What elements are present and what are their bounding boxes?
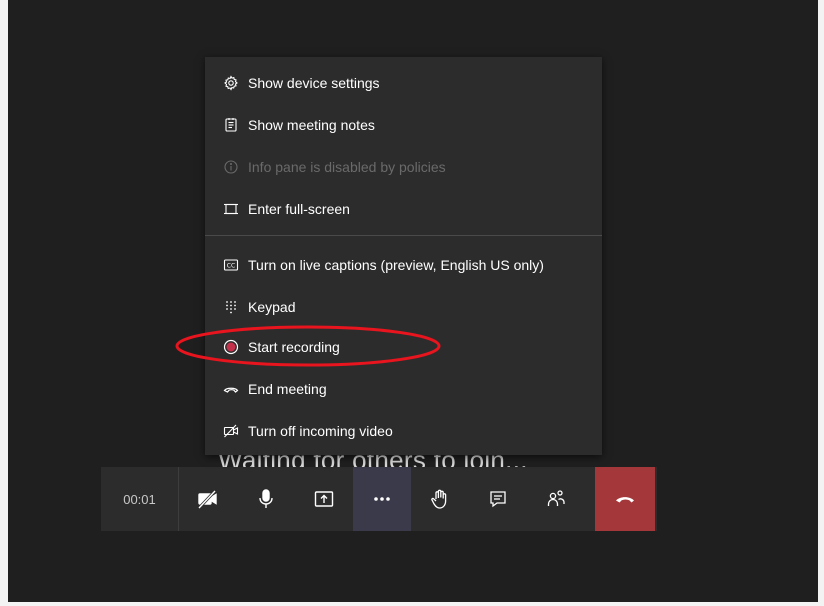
menu-item-label: Enter full-screen bbox=[248, 201, 350, 217]
menu-item-live-captions[interactable]: CC Turn on live captions (preview, Engli… bbox=[205, 245, 602, 285]
menu-item-label: Show meeting notes bbox=[248, 117, 375, 133]
microphone-button[interactable] bbox=[237, 467, 295, 531]
menu-divider bbox=[205, 235, 602, 236]
menu-item-label: Keypad bbox=[248, 299, 296, 315]
camera-toggle-button[interactable] bbox=[179, 467, 237, 531]
call-timer: 00:01 bbox=[101, 467, 179, 531]
chat-icon bbox=[490, 491, 506, 508]
svg-text:CC: CC bbox=[227, 263, 235, 270]
menu-item-label: Turn off incoming video bbox=[248, 423, 393, 439]
right-edge bbox=[818, 0, 824, 606]
more-options-menu: Show device settings Show meeting notes … bbox=[205, 57, 602, 455]
menu-item-meeting-notes[interactable]: Show meeting notes bbox=[205, 105, 602, 145]
raise-hand-button[interactable] bbox=[411, 467, 469, 531]
menu-item-incoming-video[interactable]: Turn off incoming video bbox=[205, 411, 602, 451]
menu-item-label: End meeting bbox=[248, 381, 327, 397]
more-options-icon bbox=[374, 497, 390, 501]
menu-item-start-recording[interactable]: Start recording bbox=[205, 327, 602, 367]
notes-icon bbox=[222, 116, 240, 134]
menu-item-keypad[interactable]: Keypad bbox=[205, 287, 602, 327]
meeting-toolbar: 00:01 bbox=[101, 467, 657, 531]
menu-item-device-settings[interactable]: Show device settings bbox=[205, 63, 602, 103]
participants-icon bbox=[547, 490, 565, 506]
menu-item-label: Start recording bbox=[248, 339, 340, 355]
hang-up-icon bbox=[616, 497, 634, 503]
info-icon bbox=[222, 158, 240, 176]
menu-item-label: Turn on live captions (preview, English … bbox=[248, 257, 544, 273]
gear-icon bbox=[222, 74, 240, 92]
captions-icon: CC bbox=[222, 256, 240, 274]
record-icon bbox=[222, 338, 240, 356]
menu-item-label: Info pane is disabled by policies bbox=[248, 159, 446, 175]
menu-item-label: Show device settings bbox=[248, 75, 380, 91]
share-screen-button[interactable] bbox=[295, 467, 353, 531]
hang-up-button[interactable] bbox=[595, 467, 655, 531]
fullscreen-icon bbox=[222, 200, 240, 218]
end-meeting-icon bbox=[222, 380, 240, 398]
keypad-icon bbox=[222, 298, 240, 316]
participants-button[interactable] bbox=[527, 467, 585, 531]
camera-off-icon bbox=[197, 489, 217, 510]
raise-hand-icon bbox=[431, 489, 447, 509]
video-off-icon bbox=[222, 422, 240, 440]
left-edge bbox=[0, 0, 8, 606]
bottom-edge bbox=[0, 602, 824, 606]
chat-button[interactable] bbox=[469, 467, 527, 531]
share-screen-icon bbox=[314, 491, 334, 507]
microphone-icon bbox=[259, 489, 273, 508]
menu-item-info-pane: Info pane is disabled by policies bbox=[205, 147, 602, 187]
menu-item-full-screen[interactable]: Enter full-screen bbox=[205, 189, 602, 229]
menu-item-end-meeting[interactable]: End meeting bbox=[205, 369, 602, 409]
more-options-button[interactable] bbox=[353, 467, 411, 531]
